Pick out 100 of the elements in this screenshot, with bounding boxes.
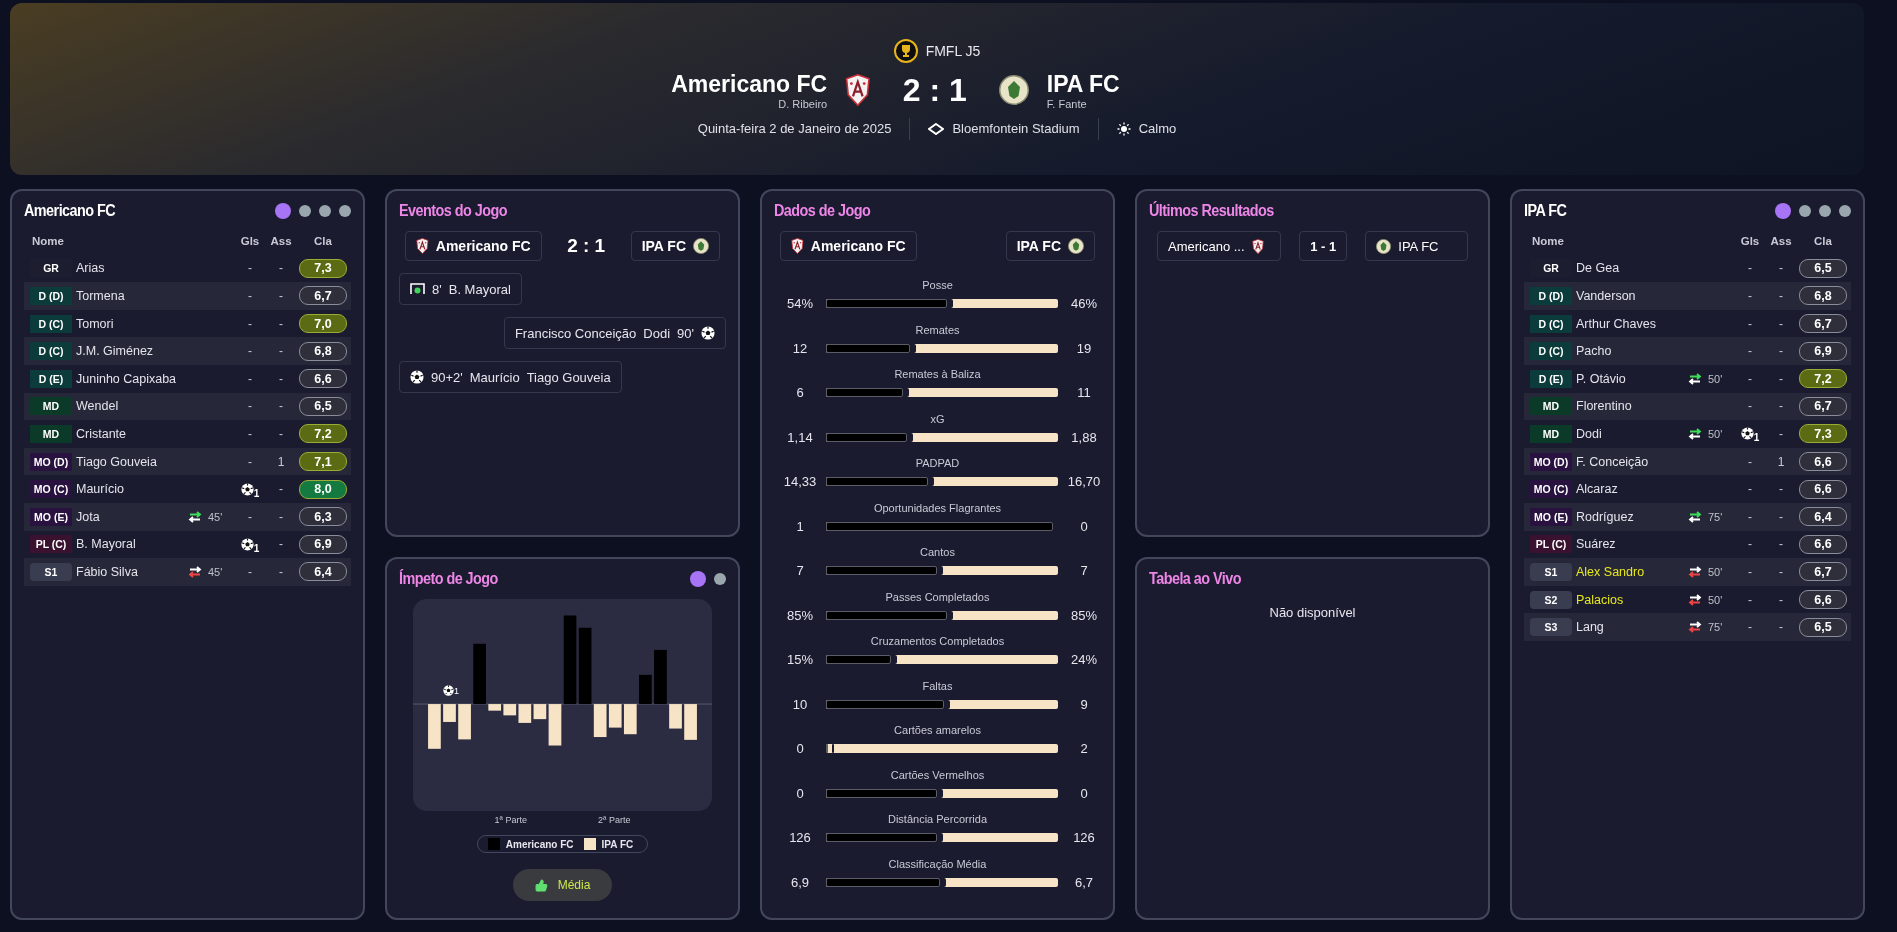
rating-pill: 6,5 — [1799, 617, 1847, 637]
away-momentum-bar — [608, 704, 622, 728]
player-row[interactable]: D (E) Juninho Capixaba - - 6,6 — [24, 364, 351, 393]
football-icon — [410, 370, 424, 384]
substitution-minute: 50' — [1708, 427, 1723, 440]
shield-crest-icon — [791, 238, 804, 254]
player-row[interactable]: S1 Alex Sandro 50' - - 6,7 — [1524, 558, 1851, 586]
position-badge: MO (C) — [30, 480, 72, 499]
player-row[interactable]: D (E) P. Otávio 50' - - 7,2 — [1524, 364, 1851, 393]
legend-swatch — [487, 838, 500, 851]
swap-arrows-icon — [187, 565, 203, 578]
assists-cell-text: - — [278, 509, 284, 524]
player-row[interactable]: S2 Palacios 50' - - 6,6 — [1524, 585, 1851, 614]
assists-cell-text: - — [278, 289, 284, 303]
player-row[interactable]: D (D) Tormena - - 6,7 — [24, 282, 351, 310]
rating-pill: 7,0 — [299, 314, 347, 334]
position-badge: S1 — [30, 562, 72, 581]
goals-cell-text: - — [1747, 509, 1753, 524]
page-dot[interactable] — [1819, 205, 1831, 217]
assists-cell-text: - — [278, 344, 284, 359]
panel-title: Últimos Resultados — [1149, 202, 1274, 220]
player-row[interactable]: MD Wendel - - 6,5 — [24, 392, 351, 421]
page-dot[interactable] — [319, 205, 331, 217]
player-row[interactable]: PL (C) Suárez - - 6,6 — [1524, 530, 1851, 559]
page-dot[interactable] — [714, 573, 726, 586]
legend-label: Americano FC — [505, 838, 574, 850]
away-momentum-bar — [593, 704, 607, 738]
assists-cell-text: - — [1778, 592, 1784, 607]
position-badge: MO (C) — [1530, 480, 1572, 499]
assists-cell-text: - — [1778, 399, 1784, 414]
panel-title: IPA FC — [1524, 202, 1567, 220]
player-row[interactable]: MD Florentino - - 6,7 — [1524, 392, 1851, 421]
goals-cell-text: - — [247, 316, 253, 331]
player-row[interactable]: D (C) Arthur Chaves - - 6,7 — [1524, 309, 1851, 338]
page-dot[interactable] — [690, 571, 706, 588]
page-dot[interactable] — [1775, 203, 1791, 219]
player-row[interactable]: S3 Lang 75' - - 6,5 — [1524, 613, 1851, 641]
player-row[interactable]: MO (D) F. Conceição - 1 6,6 — [1524, 447, 1851, 476]
stat-label: Passes Completados — [885, 590, 990, 605]
rating-pill: 6,6 — [1799, 590, 1847, 609]
football-icon — [701, 326, 715, 340]
weather: Calmo — [1138, 121, 1177, 136]
player-row[interactable]: MO (C) Maurício 1 - 8,0 — [24, 475, 351, 503]
swap-arrows-icon — [1687, 565, 1703, 578]
average-button[interactable]: Média — [512, 869, 613, 902]
player-row[interactable]: D (C) J.M. Giménez - - 6,8 — [24, 337, 351, 365]
page-dot[interactable] — [299, 205, 311, 217]
substitution-minute: 50' — [1708, 565, 1723, 578]
home-stat-value: 0 — [795, 741, 805, 756]
player-row[interactable]: MO (C) Alcaraz - - 6,6 — [1524, 475, 1851, 503]
player-row[interactable]: GR Arias - - 7,3 — [24, 254, 351, 283]
player-row[interactable]: MO (E) Rodríguez 75' - - 6,4 — [1524, 502, 1851, 531]
assists-cell-text: - — [1778, 482, 1784, 497]
assists-cell-text: - — [1778, 371, 1784, 386]
page-dot[interactable] — [1799, 205, 1811, 217]
position-badge: MD — [1530, 397, 1572, 416]
event-minute: 90+2' — [431, 369, 463, 385]
player-name: Fábio Silva — [76, 564, 139, 579]
home-stat-value: 54% — [786, 296, 814, 311]
player-row[interactable]: D (C) Pacho - - 6,9 — [1524, 337, 1851, 365]
away-stat-value: 126 — [1072, 830, 1096, 845]
page-dot[interactable] — [275, 203, 291, 219]
away-stat-value: 46% — [1070, 296, 1098, 311]
page-dot[interactable] — [1839, 205, 1851, 217]
column-header: Cla — [313, 234, 333, 247]
axis-label: 2ª Parte — [598, 815, 631, 826]
rating-pill: 7,3 — [299, 258, 347, 278]
away-stat-value: 85% — [1070, 607, 1098, 623]
assists-cell-text: 1 — [276, 454, 286, 469]
goals-cell-text: - — [247, 399, 253, 414]
goals-cell-text: - — [247, 344, 253, 359]
rating-pill: 6,5 — [299, 396, 347, 416]
football-icon — [240, 482, 254, 496]
home-stat-value: 1 — [795, 518, 805, 534]
player-row[interactable]: S1 Fábio Silva 45' - - 6,4 — [24, 558, 351, 586]
stat-label: Cartões amarelos — [894, 724, 981, 738]
assist-name: Francisco Conceição — [514, 325, 637, 341]
legend-swatch — [583, 838, 596, 851]
assists-cell-text: - — [1778, 509, 1784, 524]
player-name: Tormena — [76, 289, 126, 303]
home-stat-value: 10 — [791, 696, 809, 712]
player-row[interactable]: MD Dodi 50' 1 - 7,3 — [1524, 420, 1851, 448]
shield-crest-icon — [1251, 238, 1264, 254]
rating-pill: 6,7 — [299, 286, 347, 306]
player-row[interactable]: MO (D) Tiago Gouveia - 1 7,1 — [24, 447, 351, 476]
team-chip: Americano ... — [1157, 231, 1282, 261]
player-row[interactable]: MD Cristante - - 7,2 — [24, 420, 351, 448]
player-row[interactable]: GR De Gea - - 6,5 — [1524, 254, 1851, 283]
column-header: Nome — [1531, 234, 1565, 247]
player-name: Dodi — [1576, 426, 1603, 441]
player-row[interactable]: PL (C) B. Mayoral 1 - 6,9 — [24, 530, 351, 559]
page-dot[interactable] — [339, 205, 351, 217]
player-row[interactable]: MO (E) Jota 45' - - 6,3 — [24, 502, 351, 531]
player-row[interactable]: D (D) Vanderson - - 6,8 — [1524, 282, 1851, 310]
home-stat-value: 126 — [788, 830, 812, 845]
assists-cell-text: - — [1778, 537, 1784, 552]
away-stat-value: 16,70 — [1066, 474, 1102, 489]
player-row[interactable]: D (C) Tomori - - 7,0 — [24, 309, 351, 338]
shield-crest-icon — [416, 238, 429, 254]
goals-cell-text: - — [1747, 454, 1753, 469]
